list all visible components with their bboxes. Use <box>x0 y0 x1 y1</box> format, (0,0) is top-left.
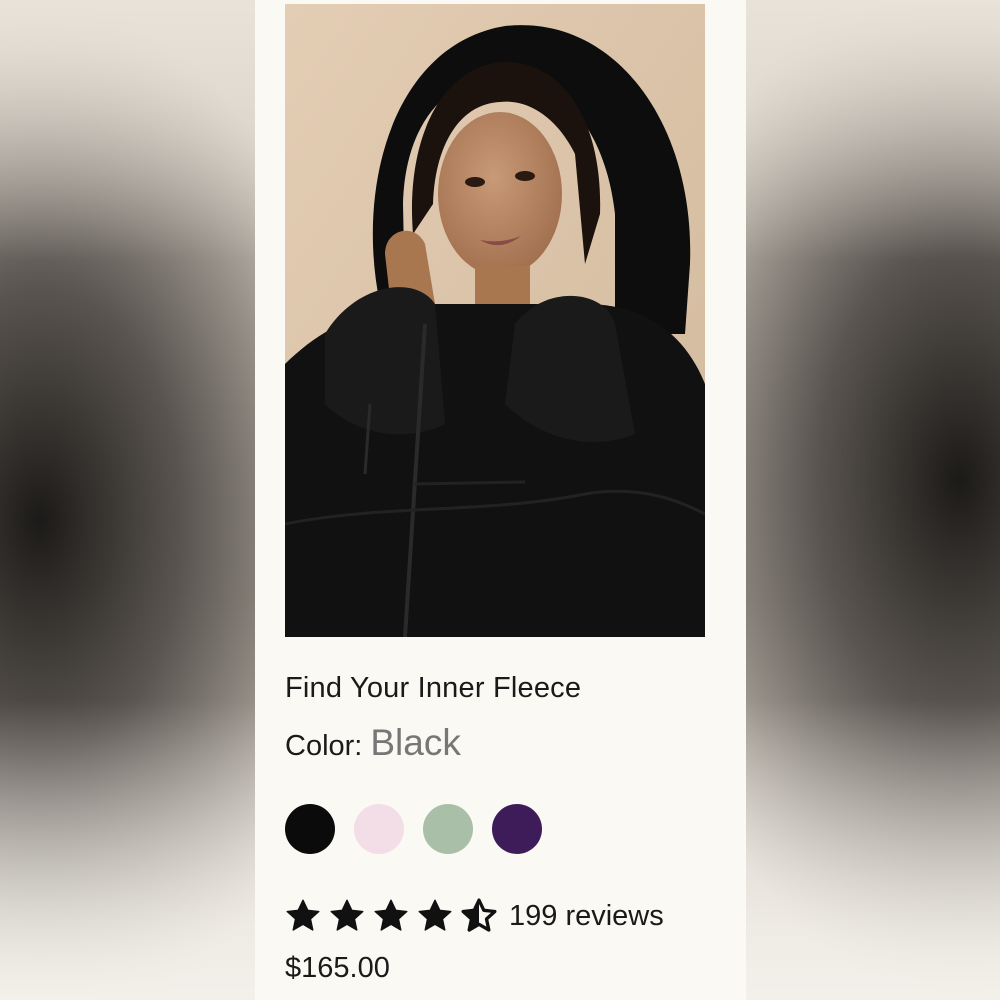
star-full-icon <box>374 899 408 931</box>
color-swatch-pink[interactable] <box>354 804 404 854</box>
reviews-count[interactable]: 199 reviews <box>509 900 664 933</box>
product-image[interactable] <box>285 4 705 637</box>
color-swatch-black[interactable] <box>285 804 335 854</box>
product-card[interactable]: Find Your Inner Fleece Color: Black 199 r… <box>255 0 746 1000</box>
star-full-icon <box>418 899 452 931</box>
model-wearing-fleece-illustration <box>285 4 705 637</box>
product-title: Find Your Inner Fleece <box>285 672 582 704</box>
star-half-icon <box>461 898 497 932</box>
color-swatch-purple[interactable] <box>492 804 542 854</box>
color-value: Black <box>370 722 461 763</box>
product-price: $165.00 <box>285 952 390 984</box>
color-swatch-sage[interactable] <box>423 804 473 854</box>
color-row: Color: Black <box>285 722 461 764</box>
star-full-icon <box>286 899 320 931</box>
color-swatches <box>285 804 542 854</box>
star-full-icon <box>330 899 364 931</box>
rating-row[interactable]: 199 reviews <box>283 896 664 936</box>
color-label: Color: <box>285 730 363 762</box>
